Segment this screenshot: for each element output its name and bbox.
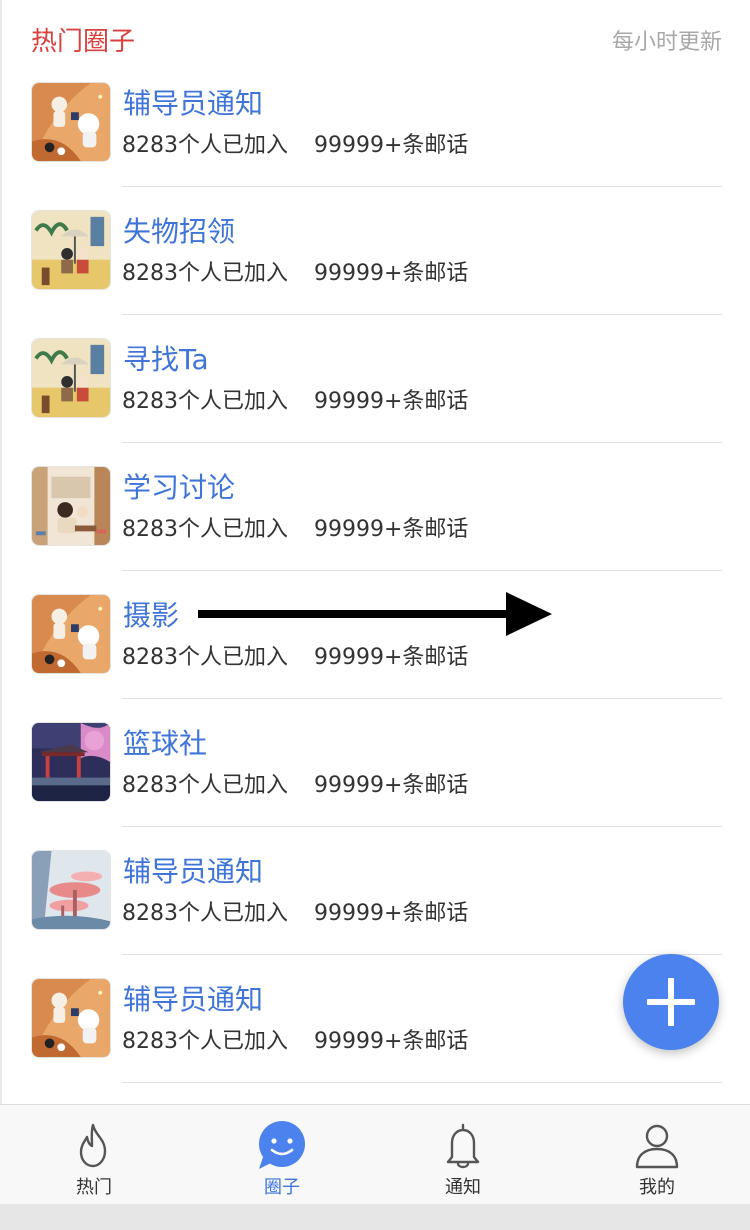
member-count: 8283个人已加入: [122, 261, 288, 286]
post-count: 99999+条邮话: [314, 901, 469, 926]
flame-icon: [79, 1123, 107, 1168]
circle-stats: 8283个人已加入 99999+条邮话: [122, 386, 468, 418]
circle-thumbnail: [31, 338, 111, 418]
circle-thumbnail: [31, 850, 111, 930]
circle-name[interactable]: 篮球社: [123, 724, 207, 764]
member-count: 8283个人已加入: [122, 645, 288, 670]
tab-notifications[interactable]: 通知: [403, 1105, 523, 1205]
tab-hot[interactable]: 热门: [34, 1105, 154, 1205]
post-count: 99999+条邮话: [314, 773, 469, 798]
circle-name[interactable]: 失物招领: [123, 212, 235, 252]
member-count: 8283个人已加入: [122, 517, 288, 542]
bell-icon: [446, 1123, 480, 1169]
tab-circles[interactable]: 圈子: [222, 1105, 342, 1205]
circle-thumbnail: [31, 82, 111, 162]
circle-item[interactable]: 辅导员通知 8283个人已加入 99999+条邮话: [0, 82, 750, 210]
circle-name[interactable]: 学习讨论: [123, 468, 235, 508]
divider: [122, 186, 722, 187]
circle-item[interactable]: 失物招领 8283个人已加入 99999+条邮话: [0, 210, 750, 338]
divider: [122, 698, 722, 699]
post-count: 99999+条邮话: [314, 1029, 469, 1054]
tab-label: 圈子: [264, 1177, 300, 1198]
member-count: 8283个人已加入: [122, 133, 288, 158]
circle-stats: 8283个人已加入 99999+条邮话: [122, 898, 468, 930]
circle-stats: 8283个人已加入 99999+条邮话: [122, 770, 468, 802]
bottom-strip: [0, 1204, 750, 1230]
header: 热门圈子 每小时更新: [0, 0, 750, 84]
circle-thumbnail: [31, 594, 111, 674]
post-count: 99999+条邮话: [314, 261, 469, 286]
tab-label: 通知: [445, 1177, 481, 1198]
circle-thumbnail: [31, 466, 111, 546]
user-icon: [635, 1124, 679, 1169]
circle-thumbnail: [31, 210, 111, 290]
post-count: 99999+条邮话: [314, 389, 469, 414]
divider: [122, 442, 722, 443]
member-count: 8283个人已加入: [122, 773, 288, 798]
divider: [122, 826, 722, 827]
bottom-tab-bar: 热门 圈子 通知 我的: [0, 1104, 750, 1204]
divider: [122, 570, 722, 571]
circle-name[interactable]: 辅导员通知: [123, 852, 263, 892]
member-count: 8283个人已加入: [122, 389, 288, 414]
annotation-arrow-icon: [198, 592, 552, 636]
divider: [122, 1082, 722, 1083]
smile-chat-icon: [259, 1121, 305, 1169]
circle-stats: 8283个人已加入 99999+条邮话: [122, 1026, 468, 1058]
member-count: 8283个人已加入: [122, 1029, 288, 1054]
circle-name[interactable]: 摄影: [123, 596, 179, 636]
add-circle-button[interactable]: [623, 954, 719, 1050]
circle-stats: 8283个人已加入 99999+条邮话: [122, 130, 468, 162]
divider: [122, 314, 722, 315]
tab-label: 热门: [76, 1177, 112, 1198]
section-title: 热门圈子: [31, 27, 136, 57]
circle-stats: 8283个人已加入 99999+条邮话: [122, 642, 468, 674]
plus-icon: [647, 978, 695, 1026]
circle-name[interactable]: 寻找Ta: [123, 340, 209, 380]
post-count: 99999+条邮话: [314, 645, 469, 670]
tab-label: 我的: [639, 1177, 675, 1198]
circle-thumbnail: [31, 978, 111, 1058]
circle-name[interactable]: 辅导员通知: [123, 84, 263, 124]
post-count: 99999+条邮话: [314, 517, 469, 542]
member-count: 8283个人已加入: [122, 901, 288, 926]
circle-thumbnail: [31, 722, 111, 802]
circle-item[interactable]: 学习讨论 8283个人已加入 99999+条邮话: [0, 466, 750, 594]
circle-item[interactable]: 篮球社 8283个人已加入 99999+条邮话: [0, 722, 750, 850]
circle-stats: 8283个人已加入 99999+条邮话: [122, 514, 468, 546]
circle-name[interactable]: 辅导员通知: [123, 980, 263, 1020]
post-count: 99999+条邮话: [314, 133, 469, 158]
circle-stats: 8283个人已加入 99999+条邮话: [122, 258, 468, 290]
tab-mine[interactable]: 我的: [597, 1105, 717, 1205]
update-note: 每小时更新: [611, 30, 722, 55]
circle-item[interactable]: 寻找Ta 8283个人已加入 99999+条邮话: [0, 338, 750, 466]
